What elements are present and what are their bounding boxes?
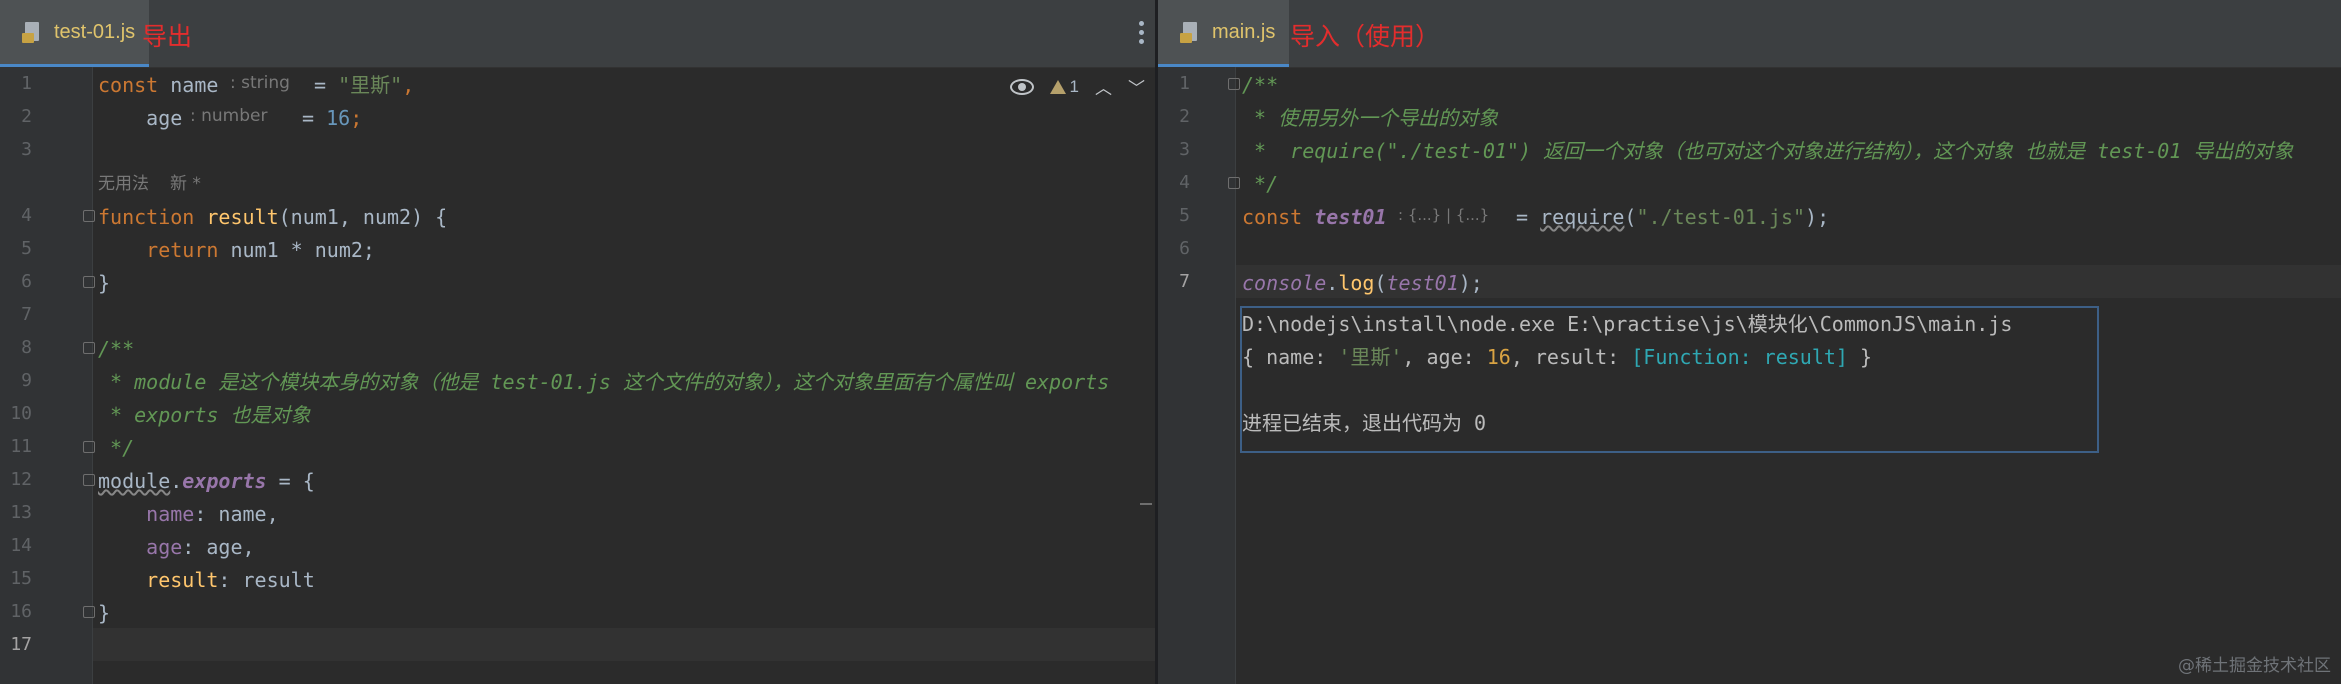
tab-test-01-js[interactable]: test-01.js [0,0,150,67]
line-number: 3 [21,139,32,160]
line-number: 1 [1179,73,1190,94]
line-number: 4 [1179,172,1190,193]
line-number: 10 [10,403,32,424]
type-hint-number: : number [190,106,268,126]
usage-new-hint[interactable]: 新 * [170,168,201,201]
type-hint: : {...} | {...} [1398,206,1490,224]
code-line-7: console.log(test01); [1242,271,1483,295]
line-number: 3 [1179,139,1190,160]
type-hint-string: : string [230,73,290,93]
tab-main-js[interactable]: main.js [1158,0,1290,67]
code-line-6: } [98,271,111,295]
code-line-4: */ [1242,172,1279,196]
line-number: 15 [10,568,32,589]
code-line-12: module.exports = { [98,469,315,493]
line-number: 6 [1179,238,1190,259]
code-line-15: result: result [98,568,315,592]
code-line-16: } [98,601,111,625]
line-number: 9 [21,370,32,391]
line-number-current: 7 [1179,271,1190,292]
fold-icon[interactable] [83,210,95,222]
export-annotation: 导出 [142,22,193,51]
line-number: 12 [10,469,32,490]
code-line-2-value: = 16; [290,106,363,130]
inspection-widget: 1 ︿ ﹀ [1009,74,1145,99]
code-line-1: const name [98,73,219,97]
javascript-file-icon [1180,21,1202,43]
console-output-line: { name: '里斯', age: 16, result: [Function… [1242,345,1873,369]
line-number-current: 17 [10,634,32,655]
line-number: 13 [10,502,32,523]
fold-icon[interactable] [1228,177,1240,189]
line-number: 5 [1179,205,1190,226]
scrollbar-marker[interactable] [1140,503,1152,505]
left-tab-bar: test-01.js 导出 [0,0,1155,68]
tab-label: test-01.js [54,20,136,43]
code-line-2: * 使用另外一个导出的对象 [1242,106,1499,130]
chevron-up-icon[interactable]: ︿ [1095,74,1112,99]
code-line-5: return num1 * num2; [98,238,375,262]
code-line-10: * exports 也是对象 [98,403,311,427]
console-exit-message: 进程已结束，退出代码为 0 [1242,411,1487,435]
left-editor-pane: test-01.js 导出 1 2 3 4 5 6 7 8 9 10 11 12… [0,0,1155,684]
code-line-5-value: = require("./test-01.js"); [1504,205,1830,229]
current-line-highlight [93,628,1155,661]
warning-count: 1 [1069,76,1079,96]
right-gutter: 1 2 3 4 5 6 7 [1158,67,1240,684]
line-number: 4 [21,205,32,226]
watermark: @稀土掘金技术社区 [2178,656,2331,676]
javascript-file-icon [22,21,44,43]
left-gutter: 1 2 3 4 5 6 7 8 9 10 11 12 13 14 15 16 1… [0,67,95,684]
line-number: 7 [21,304,32,325]
eye-icon[interactable] [1009,78,1034,95]
line-number: 11 [10,436,32,457]
code-line-1: /** [1242,73,1279,97]
console-output-panel: D:\nodejs\install\node.exe E:\practise\j… [1240,306,2099,453]
line-number: 8 [21,337,32,358]
code-line-3: * require("./test-01") 返回一个对象（也可对这个对象进行结… [1242,139,2294,163]
code-line-13: name: name, [98,502,279,526]
code-line-1-value: = "里斯", [302,73,415,97]
code-line-8: /** [98,337,135,361]
line-number: 1 [21,73,32,94]
warning-indicator[interactable]: 1 [1049,76,1079,97]
line-number: 2 [1179,106,1190,127]
console-command-line: D:\nodejs\install\node.exe E:\practise\j… [1242,312,2013,336]
code-line-4: function result(num1, num2) { [98,205,448,229]
line-number: 16 [10,601,32,622]
right-tab-bar: main.js 导入（使用） [1158,0,2341,68]
line-number: 2 [21,106,32,127]
fold-icon[interactable] [83,342,95,354]
line-number: 5 [21,238,32,259]
chevron-down-icon[interactable]: ﹀ [1128,74,1145,99]
code-line-11: */ [98,436,135,460]
more-options-icon[interactable] [1139,21,1145,45]
fold-icon[interactable] [83,474,95,486]
usage-hint[interactable]: 无用法 [98,168,149,201]
fold-icon[interactable] [83,441,95,453]
warning-icon [1049,79,1066,94]
line-number: 6 [21,271,32,292]
fold-icon[interactable] [1228,78,1240,90]
code-line-5: const test01 [1242,205,1387,229]
code-line-9: * module 是这个模块本身的对象（他是 test-01.js 这个文件的对… [98,370,1110,394]
code-line-2: age [98,106,183,130]
fold-icon[interactable] [83,276,95,288]
line-number: 14 [10,535,32,556]
tab-label: main.js [1212,20,1276,43]
code-line-14: age: age, [98,535,255,559]
import-annotation: 导入（使用） [1290,22,1441,51]
fold-icon[interactable] [83,606,95,618]
